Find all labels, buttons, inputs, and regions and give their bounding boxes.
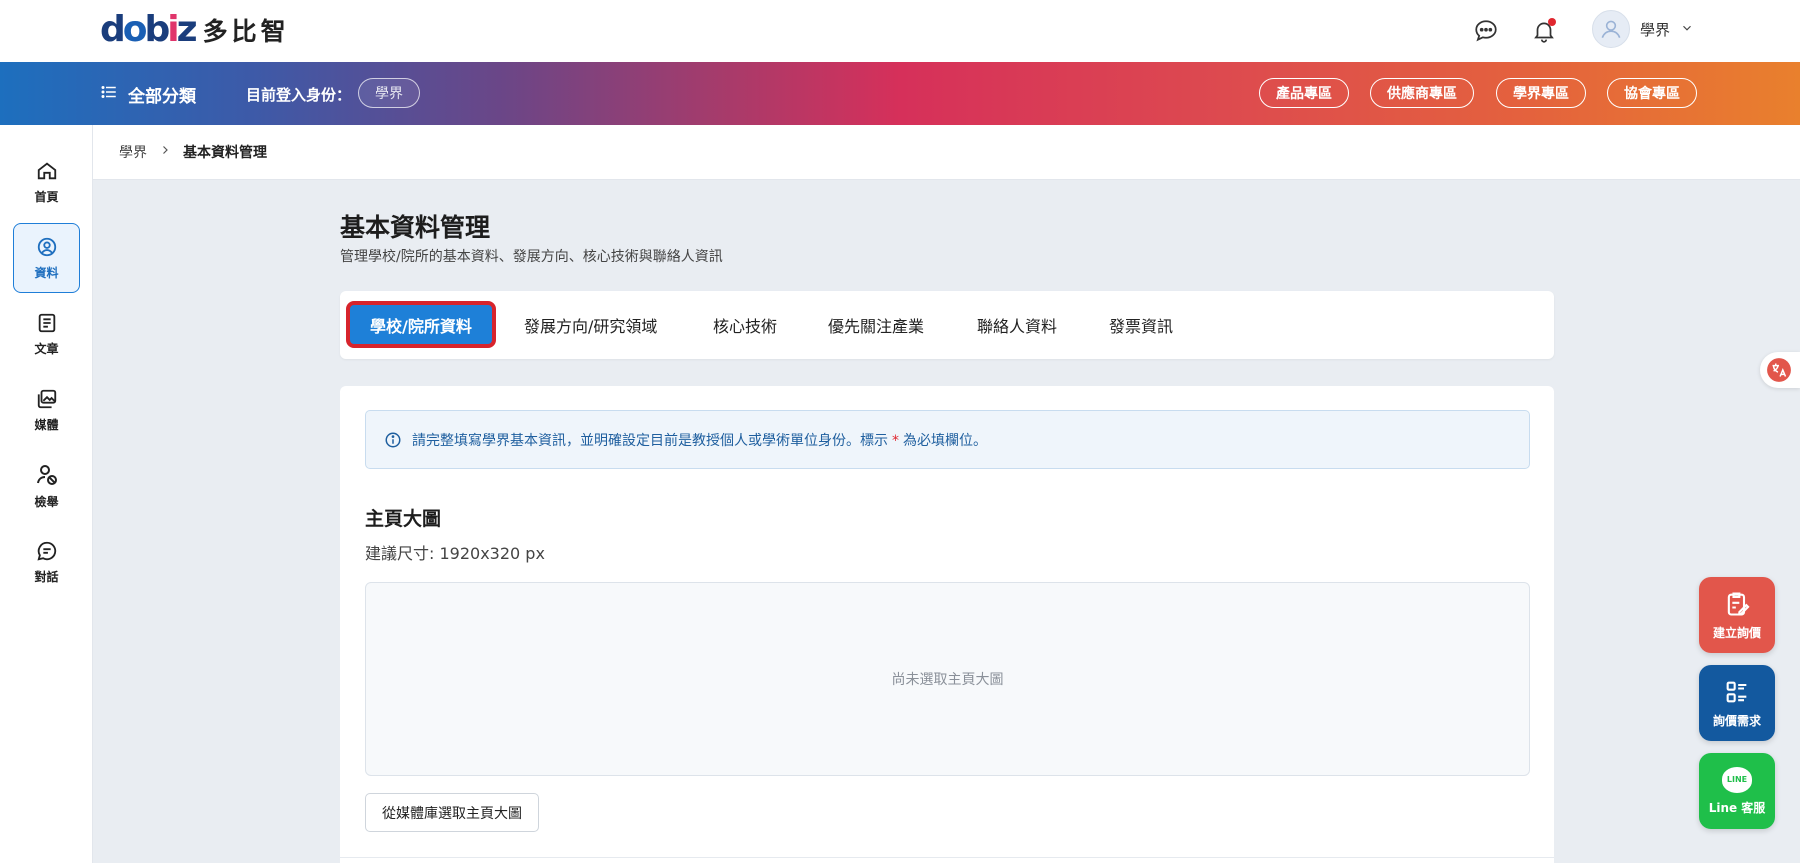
bell-icon[interactable] [1529, 16, 1559, 46]
logo[interactable]: dobiz 多比智 [100, 12, 290, 48]
translate-icon [1767, 358, 1791, 382]
tabs-bar: 學校/院所資料 發展方向/研究領域 核心技術 優先關注產業 聯絡人資料 發票資訊 [340, 291, 1554, 359]
notice-text: 請完整填寫學界基本資訊，並明確設定目前是教授個人或學術單位身份。標示 * 為必填欄位… [412, 432, 987, 449]
tab-contacts[interactable]: 聯絡人資料 [977, 291, 1057, 359]
page-title: 基本資料管理 [340, 213, 491, 242]
tab-invoice[interactable]: 發票資訊 [1109, 291, 1173, 359]
sidebar-item-label: 媒體 [34, 417, 59, 432]
user-name: 學界 [1640, 20, 1671, 39]
identity-label: 目前登入身份： [246, 86, 352, 104]
sidebar: 首頁 資料 文章 媒體 檢舉 對話 [0, 125, 93, 863]
all-categories-label: 全部分類 [128, 87, 196, 107]
sidebar-item-chat[interactable]: 對話 [13, 527, 80, 597]
chevron-right-icon [159, 144, 171, 160]
sidebar-item-articles[interactable]: 文章 [13, 299, 80, 369]
inquiry-demand-label: 詢價需求 [1712, 713, 1761, 728]
page-subtitle: 管理學校/院所的基本資料、發展方向、核心技術與聯絡人資訊 [340, 249, 723, 265]
top-header: dobiz 多比智 學界 [0, 0, 1800, 62]
breadcrumb: 學界 基本資料管理 [93, 125, 1800, 180]
tab-core-technology[interactable]: 核心技術 [713, 291, 777, 359]
line-logo-icon: LINE [1722, 766, 1752, 793]
user-circle-icon [37, 237, 56, 256]
line-support-label: Line 客服 [1708, 800, 1766, 815]
info-icon [385, 432, 401, 447]
breadcrumb-current: 基本資料管理 [183, 145, 267, 161]
line-support-button[interactable]: LINE Line 客服 [1699, 753, 1775, 829]
zone-suppliers-button[interactable]: 供應商專區 [1370, 78, 1474, 108]
document-icon [38, 313, 55, 332]
sidebar-item-label: 文章 [34, 341, 59, 356]
create-inquiry-button[interactable]: 建立詢價 [1699, 577, 1775, 653]
zone-associations-button[interactable]: 協會專區 [1607, 78, 1697, 108]
tab-school-info[interactable]: 學校/院所資料 [346, 301, 496, 348]
sidebar-item-label: 對話 [34, 569, 59, 584]
pick-banner-from-media-button[interactable]: 從媒體庫選取主頁大圖 [365, 793, 539, 832]
tab-priority-industries[interactable]: 優先關注產業 [828, 291, 924, 359]
logo-mark: dobiz [100, 9, 198, 50]
list-icon [100, 83, 118, 106]
avatar [1592, 10, 1630, 48]
all-categories-button[interactable]: 全部分類 [100, 82, 196, 107]
zone-products-button[interactable]: 產品專區 [1259, 78, 1349, 108]
inquiry-demand-button[interactable]: 詢價需求 [1699, 665, 1775, 741]
user-menu[interactable]: 學界 [1592, 10, 1694, 48]
required-mark: * [892, 432, 899, 449]
divider [340, 857, 1554, 858]
notification-dot [1548, 18, 1556, 26]
sidebar-item-media[interactable]: 媒體 [13, 375, 80, 445]
profile-form-card: 請完整填寫學界基本資訊，並明確設定目前是教授個人或學術單位身份。標示 * 為必填欄位… [340, 386, 1554, 863]
sidebar-item-home[interactable]: 首頁 [13, 147, 80, 217]
banner-empty-text: 尚未選取主頁大圖 [891, 672, 1004, 688]
sidebar-item-profile[interactable]: 資料 [13, 223, 80, 293]
create-inquiry-label: 建立詢價 [1712, 625, 1761, 640]
clipboard-edit-icon [1727, 591, 1750, 616]
sidebar-item-report[interactable]: 檢舉 [13, 451, 80, 521]
sidebar-item-label: 檢舉 [34, 494, 59, 509]
list-grid-icon [1726, 681, 1747, 702]
logo-text: 多比智 [202, 17, 290, 46]
chat-icon[interactable] [1471, 16, 1501, 46]
breadcrumb-parent-link[interactable]: 學界 [119, 142, 147, 162]
banner-preview-area[interactable]: 尚未選取主頁大圖 [365, 582, 1530, 776]
report-user-icon [36, 464, 57, 485]
identity-badge: 學界 [358, 78, 420, 108]
chat-icon [36, 541, 56, 560]
sidebar-item-label: 資料 [34, 265, 59, 280]
zone-academia-button[interactable]: 學界專區 [1496, 78, 1586, 108]
category-nav-bar: 全部分類 目前登入身份： 學界 產品專區 供應商專區 學界專區 協會專區 [0, 62, 1800, 125]
tab-research-direction[interactable]: 發展方向/研究領域 [524, 291, 657, 359]
sidebar-item-label: 首頁 [34, 189, 59, 204]
media-icon [37, 389, 56, 408]
banner-section-title: 主頁大圖 [365, 508, 442, 530]
home-icon [37, 162, 56, 179]
info-notice: 請完整填寫學界基本資訊，並明確設定目前是教授個人或學術單位身份。標示 * 為必填欄位… [365, 410, 1530, 469]
translate-button[interactable] [1760, 352, 1800, 388]
banner-size-hint: 建議尺寸: 1920x320 px [365, 544, 545, 563]
chevron-down-icon [1680, 20, 1694, 39]
